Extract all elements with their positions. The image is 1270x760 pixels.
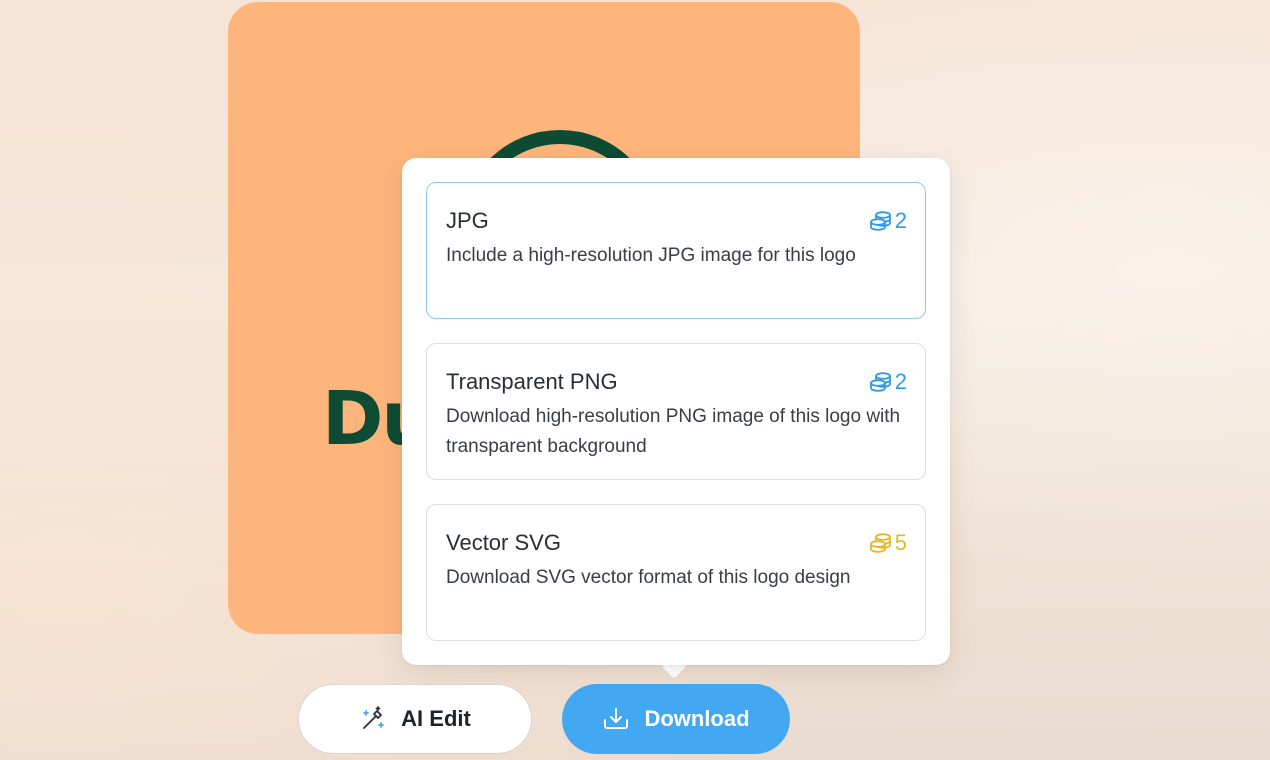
coins-icon xyxy=(869,210,893,232)
option-description: Download SVG vector format of this logo … xyxy=(446,567,851,588)
download-button[interactable]: Download xyxy=(562,684,790,754)
download-format-menu: JPG 2 Include a high-resolution JPG imag… xyxy=(402,158,950,665)
download-icon xyxy=(602,706,630,732)
option-title: JPG xyxy=(446,208,489,233)
ai-edit-button[interactable]: AI Edit xyxy=(298,684,532,754)
download-label: Download xyxy=(644,706,750,731)
format-option-jpg[interactable]: JPG 2 Include a high-resolution JPG imag… xyxy=(426,182,926,319)
option-cost: 2 xyxy=(869,207,907,235)
option-description: Download high-resolution PNG image of th… xyxy=(446,406,901,457)
cost-value: 2 xyxy=(894,208,907,233)
option-title: Transparent PNG xyxy=(446,369,618,394)
coins-icon xyxy=(869,532,893,554)
ai-edit-label: AI Edit xyxy=(401,706,471,731)
cost-value: 5 xyxy=(894,530,907,555)
format-option-png[interactable]: Transparent PNG 2 Download high-resoluti… xyxy=(426,343,926,480)
option-cost: 5 xyxy=(869,529,907,557)
cost-value: 2 xyxy=(894,369,907,394)
option-description: Include a high-resolution JPG image for … xyxy=(446,245,856,266)
magic-wand-icon xyxy=(359,705,387,733)
option-title: Vector SVG xyxy=(446,530,561,555)
format-option-svg[interactable]: Vector SVG 5 Download SVG vector format … xyxy=(426,504,926,641)
coins-icon xyxy=(869,371,893,393)
option-cost: 2 xyxy=(869,368,907,396)
